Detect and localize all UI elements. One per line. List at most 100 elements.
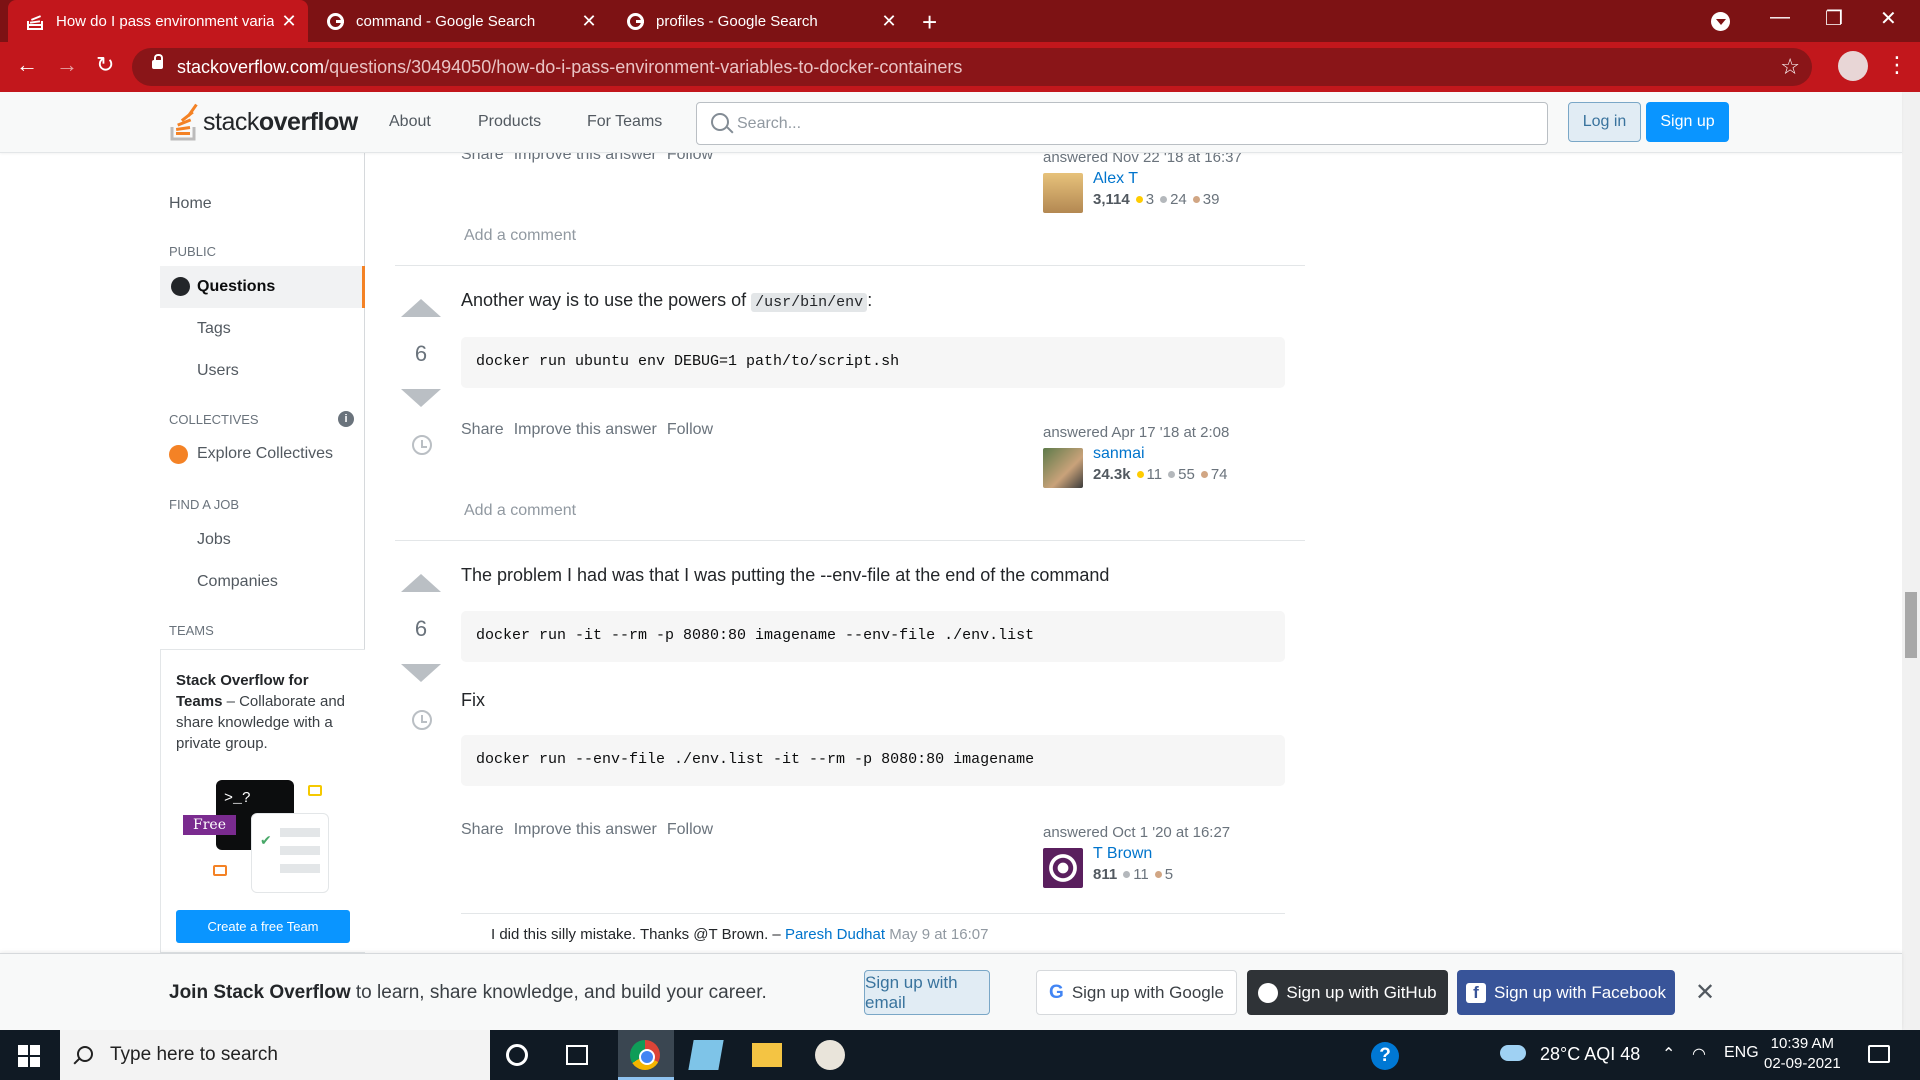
site-search-box[interactable] — [696, 102, 1548, 145]
close-banner-icon[interactable]: ✕ — [1695, 978, 1715, 1007]
sidebar-item-companies[interactable]: Companies — [197, 573, 278, 591]
search-input[interactable] — [737, 103, 1537, 144]
answer-body-text: Fix — [461, 690, 485, 710]
create-free-team-button[interactable]: Create a free Team — [176, 910, 350, 943]
paint-app-icon[interactable] — [815, 1040, 845, 1070]
language-indicator[interactable]: ENG — [1724, 1044, 1759, 1062]
sidebar-item-explore-collectives[interactable]: Explore Collectives — [197, 445, 333, 463]
sidebar-item-tags[interactable]: Tags — [197, 320, 231, 338]
user-avatar[interactable] — [1043, 448, 1083, 488]
lock-icon — [152, 54, 163, 69]
answer-divider — [395, 540, 1305, 541]
signup-banner: Join Stack Overflow to learn, share know… — [0, 953, 1902, 1030]
answered-date: answered Oct 1 '20 at 16:27 — [1043, 824, 1231, 841]
weather-text[interactable]: 28°C AQI 48 — [1540, 1044, 1640, 1065]
chrome-app-icon[interactable] — [630, 1040, 660, 1070]
browser-tab-stackoverflow[interactable]: How do I pass environment varia ✕ — [8, 0, 308, 42]
comment-user-link[interactable]: Paresh Dudhat — [785, 926, 885, 943]
improve-answer-link[interactable]: Improve this answer — [514, 821, 657, 839]
stackoverflow-logo[interactable]: stackoverflow — [169, 102, 358, 142]
taskbar-search-box[interactable]: Type here to search — [60, 1030, 490, 1080]
vote-count: 6 — [414, 341, 428, 366]
signup-facebook-button[interactable]: f Sign up with Facebook — [1457, 970, 1675, 1015]
restore-icon[interactable]: ❐ — [1825, 6, 1843, 31]
downvote-arrow-icon[interactable] — [401, 389, 441, 407]
sidebar-item-jobs[interactable]: Jobs — [197, 531, 231, 549]
chrome-menu-icon[interactable]: ⋮ — [1886, 52, 1908, 78]
scrollbar-thumb[interactable] — [1905, 592, 1917, 658]
address-bar[interactable]: stackoverflow.com/questions/30494050/how… — [132, 48, 1812, 86]
windows-taskbar: Type here to search ? 28°C AQI 48 ⌃ ◠ EN… — [0, 1030, 1920, 1080]
tab-title: profiles - Google Search — [656, 12, 818, 30]
page-scrollbar[interactable] — [1902, 92, 1920, 1030]
url-text[interactable]: stackoverflow.com/questions/30494050/how… — [177, 57, 962, 78]
browser-tab-profiles-search[interactable]: profiles - Google Search ✕ — [608, 0, 908, 42]
user-name-link[interactable]: T Brown — [1093, 845, 1152, 863]
sidebar-item-label: Questions — [197, 278, 276, 295]
help-icon[interactable]: ? — [1371, 1042, 1399, 1070]
nav-products[interactable]: Products — [478, 113, 541, 131]
info-icon[interactable]: i — [338, 411, 354, 427]
reload-icon[interactable]: ↻ — [96, 52, 114, 78]
notification-center-icon[interactable] — [1868, 1045, 1890, 1063]
user-avatar[interactable] — [1043, 173, 1083, 213]
chat-bubble-icon — [308, 785, 322, 796]
code-block: docker run ubuntu env DEBUG=1 path/to/sc… — [461, 337, 1285, 388]
close-tab-icon[interactable]: ✕ — [280, 11, 298, 32]
share-link[interactable]: Share — [461, 821, 504, 839]
improve-answer-link[interactable]: Improve this answer — [514, 421, 657, 439]
login-button[interactable]: Log in — [1568, 102, 1641, 142]
chrome-profile-avatar[interactable] — [1838, 51, 1868, 81]
downvote-arrow-icon[interactable] — [401, 664, 441, 682]
user-avatar[interactable] — [1043, 848, 1083, 888]
windows-start-icon[interactable] — [18, 1045, 40, 1067]
file-explorer-icon[interactable] — [752, 1043, 782, 1067]
answer-actions: Share Improve this answer Follow — [461, 821, 713, 839]
user-signature: answered Oct 1 '20 at 16:27 T Brown 811 1… — [1043, 824, 1273, 888]
minimize-icon[interactable]: — — [1770, 6, 1790, 29]
taskbar-clock[interactable]: 10:39 AM 02-09-2021 — [1764, 1034, 1841, 1074]
upvote-arrow-icon[interactable] — [401, 299, 441, 317]
task-view-icon[interactable] — [566, 1045, 588, 1065]
show-hidden-icons-chevron-icon[interactable]: ⌃ — [1662, 1044, 1675, 1064]
google-favicon — [326, 12, 344, 30]
upvote-arrow-icon[interactable] — [401, 574, 441, 592]
forward-arrow-icon[interactable]: → — [56, 52, 78, 78]
nav-for-teams[interactable]: For Teams — [587, 113, 662, 131]
history-icon[interactable] — [412, 435, 432, 455]
history-icon[interactable] — [412, 710, 432, 730]
notepad-app-icon[interactable] — [688, 1040, 724, 1070]
signup-google-button[interactable]: G Sign up with Google — [1036, 970, 1237, 1015]
weather-cloud-icon[interactable] — [1500, 1045, 1526, 1061]
close-window-icon[interactable]: ✕ — [1880, 6, 1897, 31]
nav-about[interactable]: About — [389, 113, 431, 131]
signup-email-button[interactable]: Sign up with email — [864, 970, 990, 1015]
close-tab-icon[interactable]: ✕ — [580, 11, 598, 32]
cortana-icon[interactable] — [506, 1044, 528, 1066]
search-icon — [711, 113, 729, 131]
close-tab-icon[interactable]: ✕ — [880, 11, 898, 32]
signup-message: Join Stack Overflow to learn, share know… — [169, 982, 767, 1003]
follow-link[interactable]: Follow — [667, 421, 713, 439]
left-sidebar: Home PUBLIC Questions Tags Users COLLECT… — [160, 153, 365, 953]
user-name-link[interactable]: sanmai — [1093, 445, 1145, 463]
google-favicon — [626, 12, 644, 30]
signup-button[interactable]: Sign up — [1646, 102, 1729, 142]
signup-github-button[interactable]: Sign up with GitHub — [1247, 970, 1448, 1015]
sidebar-heading-public: PUBLIC — [169, 244, 216, 259]
follow-link[interactable]: Follow — [667, 821, 713, 839]
back-arrow-icon[interactable]: ← — [16, 52, 38, 78]
sidebar-item-questions[interactable]: Questions — [160, 266, 365, 308]
sidebar-item-home[interactable]: Home — [169, 195, 212, 213]
add-comment-link[interactable]: Add a comment — [464, 227, 576, 245]
sidebar-item-users[interactable]: Users — [197, 362, 239, 380]
user-name-link[interactable]: Alex T — [1093, 170, 1138, 188]
share-link[interactable]: Share — [461, 421, 504, 439]
tab-search-dropdown-icon[interactable] — [1711, 12, 1730, 31]
user-reputation: 3,114 3 24 39 — [1093, 191, 1220, 208]
new-tab-plus-icon[interactable]: + — [922, 7, 937, 38]
add-comment-link[interactable]: Add a comment — [464, 502, 576, 520]
network-icon[interactable]: ◠ — [1692, 1044, 1706, 1064]
bookmark-star-icon[interactable]: ☆ — [1780, 54, 1800, 80]
browser-tab-command-search[interactable]: command - Google Search ✕ — [308, 0, 608, 42]
